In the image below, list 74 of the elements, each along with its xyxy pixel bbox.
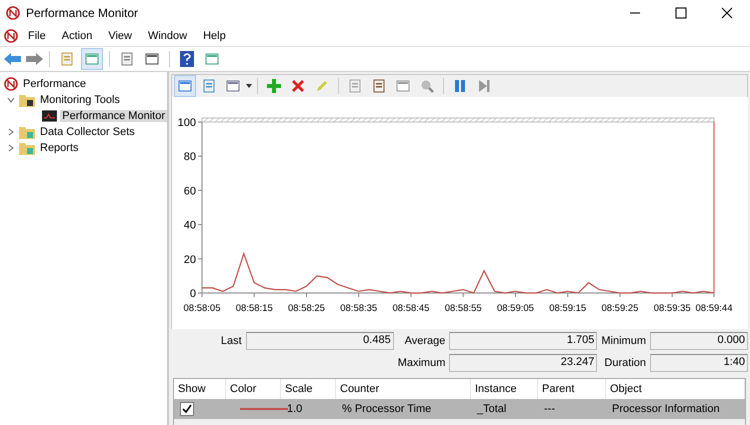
add-icon	[266, 78, 282, 94]
paste-icon	[371, 78, 387, 94]
menu-item[interactable]: Action	[56, 28, 98, 44]
table-cell-text: _Total	[476, 403, 508, 415]
x-tick-label: 08:59:35	[654, 303, 691, 314]
x-tick-label: 08:59:05	[496, 303, 534, 314]
menu-logo-icon	[4, 29, 18, 43]
menu-item[interactable]: Help	[197, 28, 232, 44]
stat-value: 0.000	[650, 332, 748, 350]
x-tick-label: 08:58:25	[288, 303, 325, 314]
help-icon	[180, 51, 194, 67]
folder-icon	[19, 141, 35, 155]
show-checkbox[interactable]	[180, 402, 194, 416]
menu-item[interactable]: File	[22, 28, 52, 44]
y-tick-label: 80	[184, 151, 196, 164]
graph-type-icon	[225, 78, 241, 94]
table-cell-text: % Processor Time	[341, 403, 432, 415]
x-tick-label: 08:58:15	[236, 303, 273, 314]
stat-value: 0.485	[246, 332, 394, 350]
folder-icon	[19, 125, 35, 139]
forward-icon[interactable]	[25, 52, 43, 66]
stat-label: Maximum	[398, 357, 446, 369]
x-tick-label: 08:58:45	[392, 303, 430, 314]
y-tick-label: 0	[190, 288, 196, 300]
y-tick-label: 60	[184, 185, 196, 198]
x-tick-label: 08:59:44	[696, 303, 732, 314]
x-tick-label: 08:59:25	[601, 303, 638, 314]
table-cell-text: Processor Information	[611, 403, 721, 415]
y-tick-label: 100	[178, 117, 196, 129]
properties-icon	[395, 78, 411, 94]
x-tick-label: 08:58:35	[340, 303, 378, 314]
pause-icon	[452, 78, 468, 94]
folder-icon	[19, 93, 35, 107]
tree-item[interactable]: Data Collector Sets	[38, 126, 137, 138]
stat-value: 1.705	[449, 332, 598, 350]
highlight-icon	[314, 78, 330, 94]
stat-label: Duration	[603, 357, 646, 369]
table-cell-text: ---	[543, 403, 556, 415]
check-icon	[182, 404, 192, 414]
zoom-icon	[419, 78, 435, 94]
tree-item[interactable]: Reports	[38, 142, 81, 154]
graph-view-button[interactable]	[174, 75, 196, 97]
stat-value: 1:40	[650, 354, 748, 372]
graph-view-icon	[177, 78, 193, 94]
x-tick-label: 08:58:55	[444, 303, 482, 314]
stat-label: Average	[404, 335, 446, 347]
monitor-logo-icon	[4, 77, 18, 91]
caret-icon[interactable]	[246, 84, 252, 88]
app-logo-icon	[6, 6, 20, 20]
update-icon	[476, 78, 492, 94]
menu-item[interactable]: Window	[142, 28, 194, 44]
tree-item[interactable]: Performance	[21, 78, 88, 90]
window-title: Performance Monitor	[26, 6, 140, 20]
delete-icon	[290, 78, 306, 94]
y-tick-label: 20	[184, 254, 196, 266]
console-tree-icon	[84, 51, 100, 67]
x-tick-label: 08:58:05	[184, 303, 220, 314]
x-tick-label: 08:59:15	[549, 303, 586, 314]
stat-value: 23.247	[449, 354, 598, 372]
tree-item[interactable]: Monitoring Tools	[38, 94, 122, 106]
y-tick-label: 40	[184, 220, 196, 232]
monitor-icon	[42, 110, 58, 122]
tree-item[interactable]: Performance Monitor	[60, 110, 167, 122]
stat-label: Minimum	[601, 335, 646, 347]
back-icon[interactable]	[4, 52, 22, 66]
freeze-icon	[201, 78, 217, 94]
stat-label: Last	[220, 335, 242, 347]
table-cell-text: 1.0	[286, 403, 304, 415]
menu-item[interactable]: View	[102, 28, 138, 44]
console-tree-button[interactable]	[81, 48, 103, 70]
copy-icon	[347, 78, 363, 94]
counter-row[interactable]: 1.0 % Processor Time _Total --- Processor Information	[174, 399, 745, 419]
properties-icon	[119, 51, 135, 67]
action-pane-icon	[204, 51, 220, 67]
